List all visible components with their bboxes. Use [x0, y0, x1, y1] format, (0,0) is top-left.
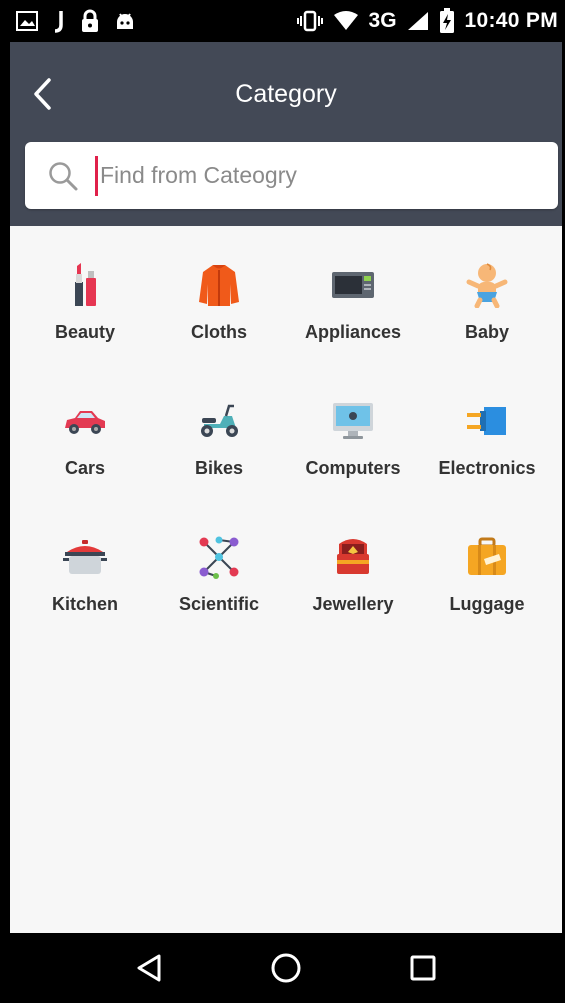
category-label: Bikes [194, 458, 244, 478]
app-bar: Category [10, 42, 562, 226]
nav-home-button[interactable] [256, 938, 316, 998]
cooking-pot-icon [62, 534, 108, 580]
network-type: 3G [368, 9, 397, 32]
vibrate-icon [296, 10, 323, 32]
imac-icon [330, 398, 376, 444]
search-icon[interactable] [47, 160, 79, 192]
category-label: Luggage [449, 594, 525, 614]
category-appliances[interactable]: Appliances [286, 262, 420, 342]
category-content: Beauty Cloths Appliances Baby Cars Bikes… [10, 226, 562, 933]
category-kitchen[interactable]: Kitchen [18, 534, 152, 614]
suitcase-icon [464, 534, 510, 580]
car-icon [62, 398, 108, 444]
category-label: Jewellery [312, 594, 394, 614]
category-label: Cloths [191, 322, 247, 342]
nav-back-button[interactable] [119, 938, 179, 998]
nav-recents-button[interactable] [393, 938, 453, 998]
category-baby[interactable]: Baby [420, 262, 554, 342]
search-bar[interactable] [25, 142, 558, 209]
microwave-icon [330, 262, 376, 308]
molecule-icon [196, 534, 242, 580]
back-triangle-icon [137, 954, 161, 982]
category-label: Cars [64, 458, 106, 478]
lock-icon [80, 9, 100, 33]
category-label: Kitchen [51, 594, 118, 614]
category-cloths[interactable]: Cloths [152, 262, 286, 342]
category-grid: Beauty Cloths Appliances Baby Cars Bikes… [18, 262, 554, 614]
category-label: Baby [464, 322, 509, 342]
category-label: Scientific [178, 594, 260, 614]
scooter-icon [196, 398, 242, 444]
wifi-icon [333, 11, 359, 31]
recents-square-icon [410, 955, 436, 981]
navigation-bar [10, 933, 562, 1003]
signal-icon [407, 11, 429, 31]
category-electronics[interactable]: Electronics [420, 398, 554, 478]
home-circle-icon [271, 953, 301, 983]
category-label: Electronics [438, 458, 536, 478]
j-notification-icon [52, 9, 66, 33]
category-computers[interactable]: Computers [286, 398, 420, 478]
jacket-icon [196, 262, 242, 308]
baby-icon [464, 262, 510, 308]
battery-charging-icon [439, 8, 455, 34]
category-beauty[interactable]: Beauty [18, 262, 152, 342]
image-notification-icon [16, 11, 38, 31]
category-label: Appliances [304, 322, 402, 342]
page-title: Category [235, 80, 337, 108]
notification-icons [16, 9, 136, 33]
jewelry-box-icon [330, 534, 376, 580]
android-icon [114, 10, 136, 32]
category-cars[interactable]: Cars [18, 398, 152, 478]
lipstick-icon [62, 262, 108, 308]
search-input[interactable] [95, 155, 558, 196]
category-label: Computers [305, 458, 401, 478]
category-bikes[interactable]: Bikes [152, 398, 286, 478]
system-icons: 3G 10:40 PM [296, 8, 558, 34]
plug-icon [464, 398, 510, 444]
category-jewellery[interactable]: Jewellery [286, 534, 420, 614]
category-label: Beauty [54, 322, 116, 342]
category-scientific[interactable]: Scientific [152, 534, 286, 614]
category-luggage[interactable]: Luggage [420, 534, 554, 614]
status-bar: 3G 10:40 PM [10, 0, 562, 42]
clock: 10:40 PM [464, 9, 558, 32]
